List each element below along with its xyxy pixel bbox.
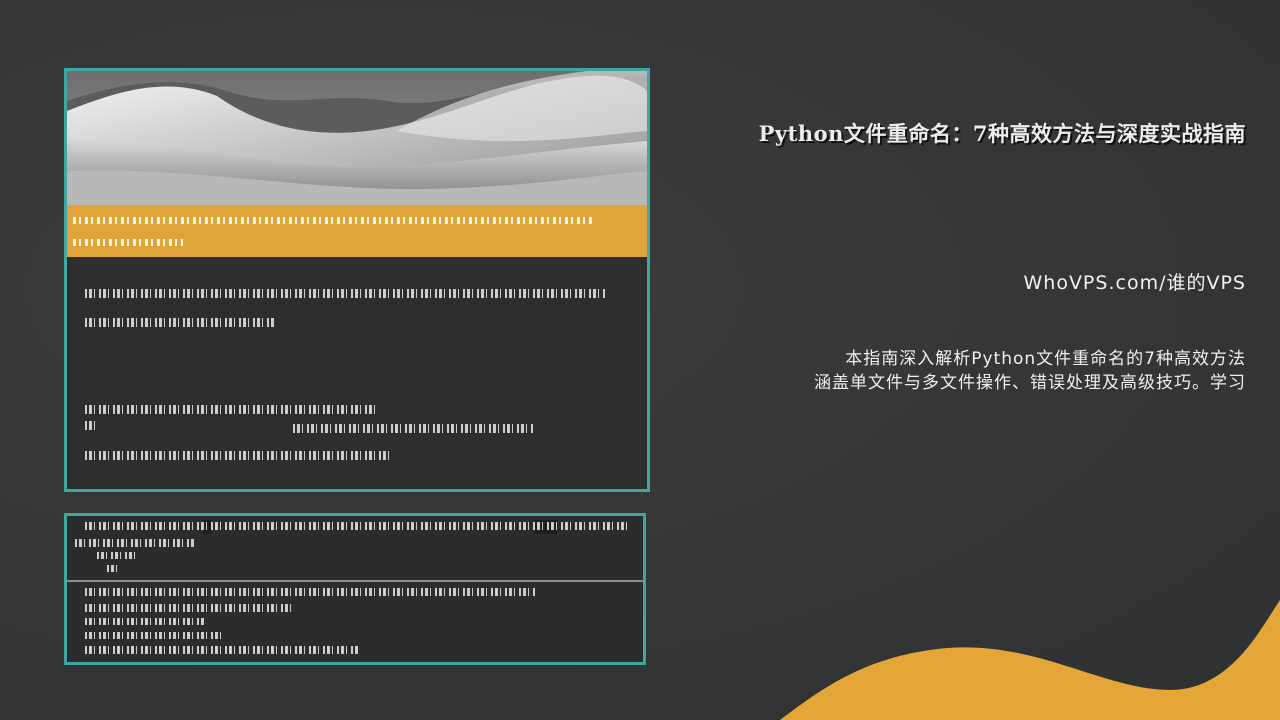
slide-page: Python文件重命名：7种高效方法与深度实战指南 WhoVPS.com/谁的V… [0, 0, 1280, 720]
text-scribble [75, 539, 195, 547]
description-line: 涵盖单文件与多文件操作、错误处理及高级技巧。学习 [814, 373, 1246, 393]
text-scribble [85, 646, 360, 654]
text-scribble [85, 522, 630, 530]
illustration-card [64, 68, 650, 492]
table-card [64, 513, 646, 665]
text-scribble [85, 289, 605, 298]
text-scribble [107, 565, 119, 572]
text-scribble [85, 632, 225, 639]
landscape-image [67, 71, 647, 205]
article-title: Python文件重命名：7种高效方法与深度实战指南 [758, 121, 1246, 146]
table-divider [67, 580, 643, 582]
description-line: 本指南深入解析Python文件重命名的7种高效方法 [845, 349, 1246, 369]
site-name: WhoVPS.com/谁的VPS [1023, 272, 1246, 294]
section-banner [67, 205, 647, 257]
text-scribble [85, 318, 275, 327]
text-scribble [85, 451, 391, 460]
text-scribble [293, 424, 533, 433]
text-scribble [85, 405, 375, 414]
text-scribble [85, 604, 295, 612]
article-description: 本指南深入解析Python文件重命名的7种高效方法 涵盖单文件与多文件操作、错误… [814, 347, 1246, 395]
text-scribble [85, 588, 535, 596]
text-scribble [97, 552, 137, 559]
text-scribble [85, 618, 205, 625]
text-scribble [85, 421, 99, 430]
